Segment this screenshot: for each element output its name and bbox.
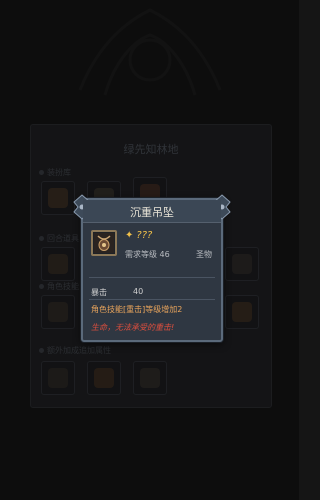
stat-label-crit: 暴击 <box>91 288 107 297</box>
item-lore: 生命，无法承受的重击! <box>91 323 175 332</box>
pendant-icon <box>94 233 114 253</box>
stat-value-crit: 40 <box>133 287 144 296</box>
item-tooltip: 沉重吊坠 ✦??? 需求等级 46 圣物 暴击 40 角色技能[重击]等级增加2… <box>73 194 231 342</box>
unidentified-rune-icon: ✦ <box>125 230 134 241</box>
item-icon-frame <box>91 230 117 256</box>
item-type: 圣物 <box>196 250 212 259</box>
item-name: ✦??? <box>125 230 152 241</box>
divider <box>89 299 215 300</box>
tooltip-header: 沉重吊坠 <box>83 200 221 223</box>
item-name-text: ??? <box>136 230 153 241</box>
divider <box>89 277 215 278</box>
required-level: 需求等级 46 <box>125 250 170 259</box>
item-title: 沉重吊坠 <box>130 206 174 219</box>
item-affix: 角色技能[重击]等级增加2 <box>91 305 183 314</box>
